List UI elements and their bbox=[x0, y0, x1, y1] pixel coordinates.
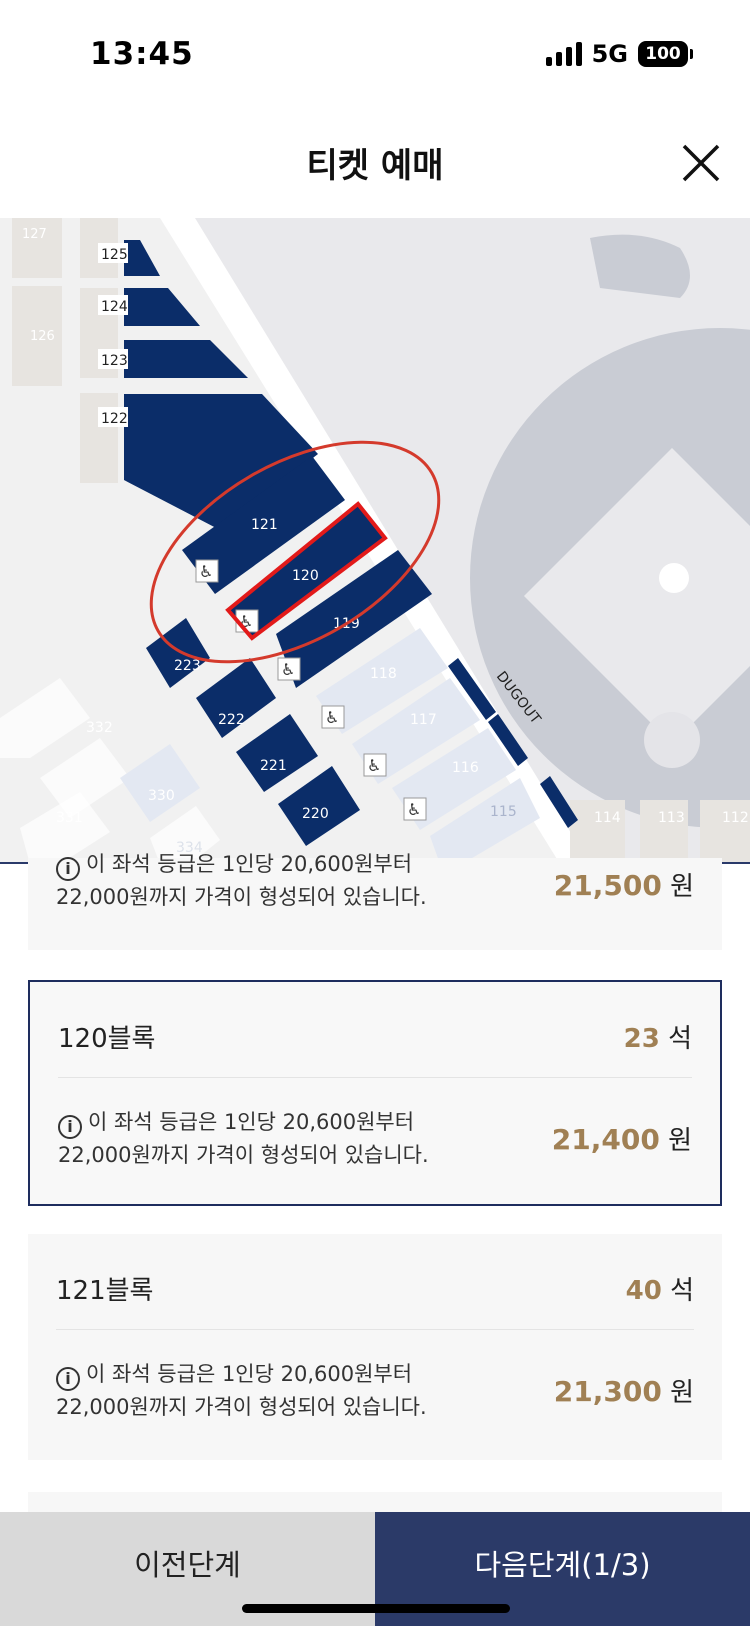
price-info-line: 22,000원까지 가격이 형성되어 있습니다. bbox=[56, 1395, 427, 1419]
price-info-line: 이 좌석 등급은 1인당 20,600원부터 bbox=[86, 852, 413, 876]
section-label-112: 112 bbox=[722, 810, 749, 826]
price-unit: 원 bbox=[670, 1378, 694, 1408]
status-indicators: 5G 100 bbox=[545, 40, 693, 68]
price-info: i이 좌석 등급은 1인당 20,600원부터 22,000원까지 가격이 형성… bbox=[56, 1358, 476, 1423]
price-value: 21,400 bbox=[551, 1123, 660, 1156]
status-time: 13:45 bbox=[90, 36, 194, 72]
block-price: 21,500 원 bbox=[554, 866, 694, 903]
wheelchair-icon: ♿ bbox=[281, 660, 295, 679]
header: 티켓 예매 bbox=[0, 118, 750, 208]
seat-count-unit: 석 bbox=[668, 1024, 692, 1054]
price-info-line: 22,000원까지 가격이 형성되어 있습니다. bbox=[56, 885, 427, 909]
block-name: 120블록 bbox=[58, 1024, 156, 1054]
pitcher-mound bbox=[659, 563, 689, 593]
wheelchair-icon: ♿ bbox=[407, 800, 421, 819]
price-info-line: 이 좌석 등급은 1인당 20,600원부터 bbox=[86, 1362, 413, 1386]
home-indicator bbox=[242, 1604, 510, 1613]
section-label-332: 332 bbox=[86, 720, 113, 736]
price-info-line: 이 좌석 등급은 1인당 20,600원부터 bbox=[88, 1110, 415, 1134]
price-info-line: 22,000원까지 가격이 형성되어 있습니다. bbox=[58, 1143, 429, 1167]
price-value: 21,500 bbox=[553, 869, 662, 902]
section-label-331: 331 bbox=[56, 810, 83, 826]
section-label-118: 118 bbox=[370, 666, 397, 682]
status-bar: 13:45 5G 100 bbox=[0, 0, 750, 100]
home-plate-area bbox=[644, 712, 700, 768]
price-info: i이 좌석 등급은 1인당 20,600원부터 22,000원까지 가격이 형성… bbox=[56, 848, 476, 913]
price-info: i이 좌석 등급은 1인당 20,600원부터 22,000원까지 가격이 형성… bbox=[58, 1106, 478, 1171]
card-header: 120블록 23 석 bbox=[58, 982, 692, 1078]
section-label-120: 120 bbox=[292, 568, 319, 584]
wheelchair-icon: ♿ bbox=[367, 756, 381, 775]
price-value: 21,300 bbox=[553, 1375, 662, 1408]
price-unit: 원 bbox=[670, 872, 694, 902]
section-label-221: 221 bbox=[260, 758, 287, 774]
info-icon: i bbox=[56, 857, 80, 881]
section-label-127: 127 bbox=[22, 227, 47, 242]
section-label-126: 126 bbox=[30, 329, 55, 344]
section-label-121: 121 bbox=[251, 517, 278, 533]
block-price: 21,400 원 bbox=[552, 1120, 692, 1157]
seat-map[interactable]: 127 126 DUGOUT 125 124 123 122 121 120 1… bbox=[0, 218, 750, 864]
section-label-117: 117 bbox=[410, 712, 437, 728]
stand-strip-c bbox=[80, 393, 118, 483]
section-label-115: 115 bbox=[490, 804, 517, 820]
section-label-220: 220 bbox=[302, 806, 329, 822]
block-name: 121블록 bbox=[56, 1276, 154, 1306]
seat-count: 23 석 bbox=[624, 1018, 692, 1055]
price-unit: 원 bbox=[668, 1126, 692, 1156]
seat-count-value: 23 bbox=[623, 1024, 660, 1054]
section-label-222: 222 bbox=[218, 712, 245, 728]
section-label-123: 123 bbox=[101, 353, 128, 369]
seat-block-card-121[interactable]: 121블록 40 석 i이 좌석 등급은 1인당 20,600원부터 22,00… bbox=[28, 1234, 722, 1460]
section-label-114: 114 bbox=[594, 810, 621, 826]
seat-count-value: 40 bbox=[625, 1276, 662, 1306]
seat-block-card[interactable]: i이 좌석 등급은 1인당 20,600원부터 22,000원까지 가격이 형성… bbox=[28, 852, 722, 950]
wheelchair-icon: ♿ bbox=[199, 562, 213, 581]
seat-count: 40 석 bbox=[626, 1270, 694, 1307]
page-title: 티켓 예매 bbox=[306, 146, 444, 186]
section-label-330: 330 bbox=[148, 788, 175, 804]
signal-icon bbox=[545, 42, 582, 66]
block-price: 21,300 원 bbox=[554, 1372, 694, 1409]
section-label-124: 124 bbox=[101, 299, 128, 315]
section-label-223: 223 bbox=[174, 658, 201, 674]
close-icon bbox=[682, 144, 720, 182]
seat-count-unit: 석 bbox=[670, 1276, 694, 1306]
info-icon: i bbox=[58, 1115, 82, 1139]
section-label-125: 125 bbox=[101, 247, 128, 263]
seat-map-canvas[interactable]: 127 126 DUGOUT 125 124 123 122 121 120 1… bbox=[0, 218, 750, 864]
info-icon: i bbox=[56, 1367, 80, 1391]
battery-icon: 100 bbox=[638, 41, 693, 67]
section-label-122: 122 bbox=[101, 411, 128, 427]
wheelchair-icon: ♿ bbox=[325, 708, 339, 727]
card-header: 121블록 40 석 bbox=[56, 1234, 694, 1330]
network-type: 5G bbox=[591, 40, 628, 68]
section-label-113: 113 bbox=[658, 810, 685, 826]
section-label-116: 116 bbox=[452, 760, 479, 776]
seat-block-card-120[interactable]: 120블록 23 석 i이 좌석 등급은 1인당 20,600원부터 22,00… bbox=[28, 980, 722, 1206]
close-button[interactable] bbox=[678, 140, 724, 186]
